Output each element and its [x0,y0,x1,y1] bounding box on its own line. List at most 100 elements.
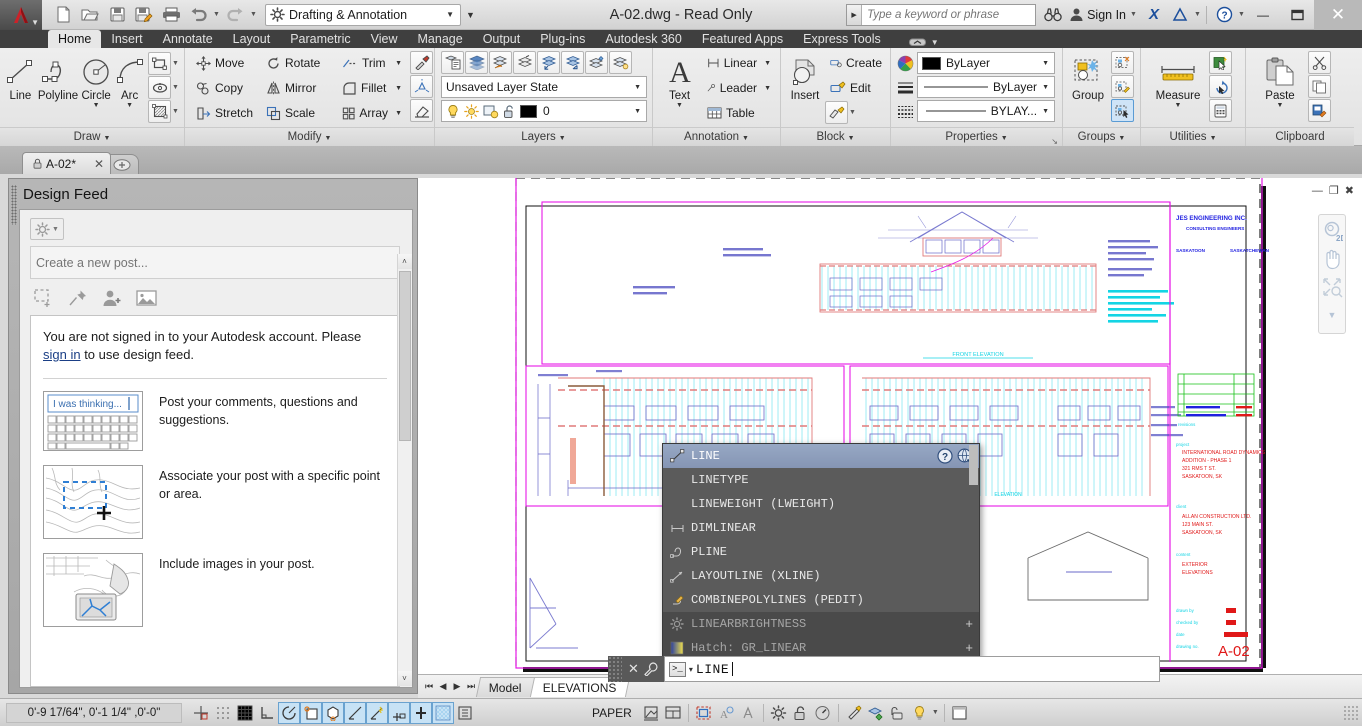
erase-icon[interactable] [410,99,433,122]
cut-icon[interactable] [1308,51,1331,74]
autodesk-360-caret[interactable]: ▼ [1193,11,1202,18]
expand-plus-icon[interactable]: + [965,641,973,656]
coordinate-display[interactable]: 0'-9 17/64", 0'-1 1/4" ,0'-0" [6,703,182,723]
ellipse-icon[interactable] [148,76,171,99]
panel-title-annotation[interactable]: Annotation▼ [653,127,780,146]
draw-polyline-button[interactable]: Polyline [37,51,79,103]
redo-icon[interactable] [222,3,248,27]
paper-model-toggle[interactable]: PAPER [584,706,640,720]
hatch-icon[interactable] [148,100,171,123]
clean-screen-icon[interactable] [909,702,931,724]
undo-icon[interactable] [185,3,211,27]
maximize-button[interactable] [1280,0,1314,30]
tab-express-tools[interactable]: Express Tools [793,30,891,48]
help-caret[interactable]: ▼ [1237,11,1246,18]
autocomplete-scroll-thumb[interactable] [969,445,978,485]
workspace-switch-icon[interactable] [768,702,790,724]
edit-attribute-caret[interactable]: ▼ [848,109,857,116]
paste-special-icon[interactable] [1308,99,1331,122]
file-tab-close-icon[interactable]: ✕ [80,157,104,171]
tab-parametric[interactable]: Parametric [280,30,360,48]
ortho-mode-icon[interactable] [256,702,278,724]
chevron-down-icon[interactable]: ▼ [442,10,458,19]
tab-plug-ins[interactable]: Plug-ins [530,30,595,48]
chevron-down-icon[interactable]: ▼ [1037,84,1054,91]
save-icon[interactable] [104,3,130,27]
dynamic-ucs-icon[interactable] [366,702,388,724]
edit-attribute-icon[interactable] [825,101,848,124]
layer-off-icon[interactable] [513,51,536,74]
close-button[interactable]: ✕ [1314,0,1362,30]
search-input[interactable] [862,9,1035,21]
dynamic-input-icon[interactable] [388,702,410,724]
autocomplete-item-linearbrightness[interactable]: LINEARBRIGHTNESS + [663,612,979,636]
steering-wheel-2d-icon[interactable]: 2D [1320,219,1344,243]
expand-plus-icon[interactable]: + [965,617,973,632]
circle-dropdown-caret[interactable]: ▼ [93,102,100,109]
autocomplete-item-lineweight[interactable]: LINEWEIGHT (LWEIGHT) [663,492,979,516]
panel-title-modify[interactable]: Modify▼ [185,127,434,146]
binoculars-icon[interactable] [1040,3,1066,27]
tab-featured-apps[interactable]: Featured Apps [692,30,793,48]
autocomplete-item-linetype[interactable]: LINETYPE [663,468,979,492]
settings-caret[interactable]: ▼ [52,226,59,233]
plot-icon[interactable] [158,3,184,27]
object-snap-tracking-icon[interactable] [344,702,366,724]
modify-array-button[interactable]: Array ▼ [337,101,407,125]
layout-last-icon[interactable]: ⏭ [464,681,478,692]
leader-dropdown-caret[interactable]: ▼ [761,85,771,92]
linetype-combo[interactable]: ByLayer ▼ [917,76,1055,98]
app-menu-caret[interactable]: ▼ [31,18,39,27]
quick-view-layout-icon[interactable] [640,702,662,724]
panel-title-draw[interactable]: Draw▼ [0,127,184,146]
annotation-text-button[interactable]: A Text ▼ [659,51,700,110]
new-post-field[interactable] [30,246,400,279]
command-autocomplete-list[interactable]: LINE ? LINETYPE LINEWEIGHT (LWEIGHT) DIM… [662,443,980,661]
annotation-table-button[interactable]: Table [702,101,776,125]
tab-insert[interactable]: Insert [101,30,152,48]
ellipse-dropdown-caret[interactable]: ▼ [171,84,180,91]
layout-first-icon[interactable]: ⏮ [422,681,436,692]
panel-title-block[interactable]: Block▼ [781,127,890,146]
array-dropdown-caret[interactable]: ▼ [392,110,402,117]
annotation-visibility-icon[interactable] [693,702,715,724]
panel-title-layers[interactable]: Layers▼ [435,127,652,146]
block-edit-button[interactable]: Edit [825,76,887,100]
autocomplete-item-layoutline[interactable]: LAYOUTLINE (XLINE) [663,564,979,588]
help-circle-icon[interactable]: ? [1211,3,1237,27]
layer-properties-icon[interactable] [441,51,464,74]
object-snap-icon[interactable] [300,702,322,724]
search-dropdown-icon[interactable]: ▶ [847,5,862,25]
layout-tab-model[interactable]: Model [476,677,535,697]
autodesk-360-icon[interactable] [1167,3,1193,27]
command-line[interactable]: ✕ >_ ▾ LINE [608,656,1160,682]
tab-home[interactable]: Home [48,30,101,48]
quick-view-drawing-icon[interactable] [662,702,684,724]
tab-manage[interactable]: Manage [408,30,473,48]
autoscale-icon[interactable]: A [715,702,737,724]
modify-scale-button[interactable]: Scale [261,101,337,125]
design-feed-scrollbar[interactable]: ˄ ˅ [397,254,411,686]
grid-display-icon[interactable] [234,702,256,724]
annotation-leader-button[interactable]: Leader ▼ [702,76,776,100]
tab-annotate[interactable]: Annotate [153,30,223,48]
chevron-down-icon[interactable]: ▼ [629,108,646,115]
ungroup-icon[interactable] [1111,51,1134,74]
rectangle-icon[interactable] [148,52,171,75]
new-icon[interactable] [50,3,76,27]
paste-button[interactable]: Paste ▼ [1254,51,1306,110]
tab-output[interactable]: Output [473,30,531,48]
polar-tracking-icon[interactable] [278,702,300,724]
command-dropdown-caret[interactable]: ▾ [689,665,693,674]
help-circle-icon[interactable]: ? [937,448,953,464]
autocomplete-item-combinepolylines[interactable]: COMBINEPOLYLINES (PEDIT) [663,588,979,612]
modify-rotate-button[interactable]: Rotate [261,51,337,75]
scroll-down-icon[interactable]: ˅ [398,671,412,686]
quick-calc-icon[interactable] [1209,99,1232,122]
isolate-objects-icon[interactable] [843,702,865,724]
quick-calc-select-icon[interactable] [1209,75,1232,98]
autocomplete-item-dimlinear[interactable]: DIMLINEAR [663,516,979,540]
layer-match-icon[interactable] [561,51,584,74]
viewport-maximize-icon[interactable]: ❐ [1329,184,1339,197]
panel-title-clipboard[interactable]: Clipboard [1246,127,1354,146]
